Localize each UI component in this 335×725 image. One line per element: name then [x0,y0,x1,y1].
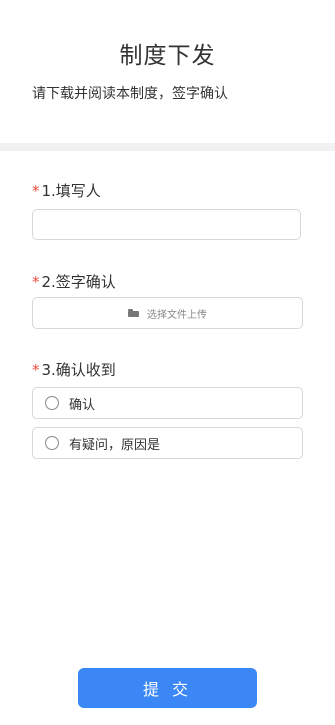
required-mark: * [32,361,40,379]
page-subtitle: 请下载并阅读本制度，签字确认 [32,86,228,102]
radio-option-question[interactable]: 有疑问，原因是 [32,427,303,459]
page-title: 制度下发 [119,43,216,69]
question-3-label: * 3.确认收到 [32,359,116,380]
radio-option-label: 有疑问，原因是 [69,437,161,453]
upload-label: 选择文件上传 [147,309,207,321]
file-upload-button[interactable]: 选择文件上传 [32,297,303,329]
section-divider [0,143,335,151]
required-mark: * [32,273,40,291]
form-header: 制度下发 请下载并阅读本制度，签字确认 [0,0,335,145]
question-2-text: 2.签字确认 [41,273,116,291]
radio-option-confirm[interactable]: 确认 [32,387,303,419]
question-1-label: * 1.填写人 [32,180,101,201]
folder-icon [128,309,139,317]
radio-circle-icon[interactable] [45,396,59,410]
required-mark: * [32,182,40,200]
question-3-text: 3.确认收到 [41,361,116,379]
question-1-text: 1.填写人 [41,182,101,200]
submit-button[interactable]: 提 交 [78,668,257,708]
radio-circle-icon[interactable] [45,436,59,450]
radio-option-label: 确认 [69,397,96,413]
filler-name-input[interactable] [32,209,301,240]
question-2-label: * 2.签字确认 [32,271,116,292]
